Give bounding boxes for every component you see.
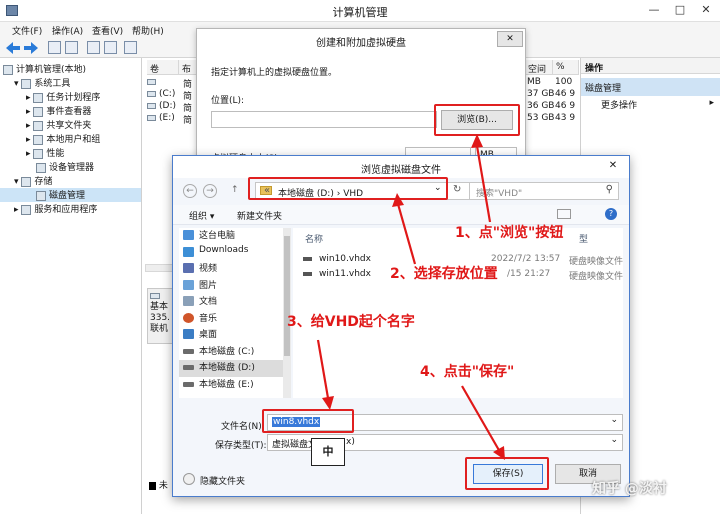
arrow-to-browse [471, 134, 492, 223]
annotation-step-1: 1、点"浏览"按钮 [455, 225, 564, 241]
arrow-to-save [461, 385, 505, 460]
annotation-step-4: 4、点击"保存" [420, 364, 515, 380]
arrow-to-address [392, 193, 417, 265]
annotation-step-3: 3、给VHD起个名字 [287, 314, 415, 330]
annotation-step-2: 2、选择存放位置 [390, 266, 498, 282]
arrow-to-filename [316, 339, 334, 410]
annotation-arrows [316, 134, 505, 460]
watermark: 知乎 @淡衬 [592, 481, 667, 497]
